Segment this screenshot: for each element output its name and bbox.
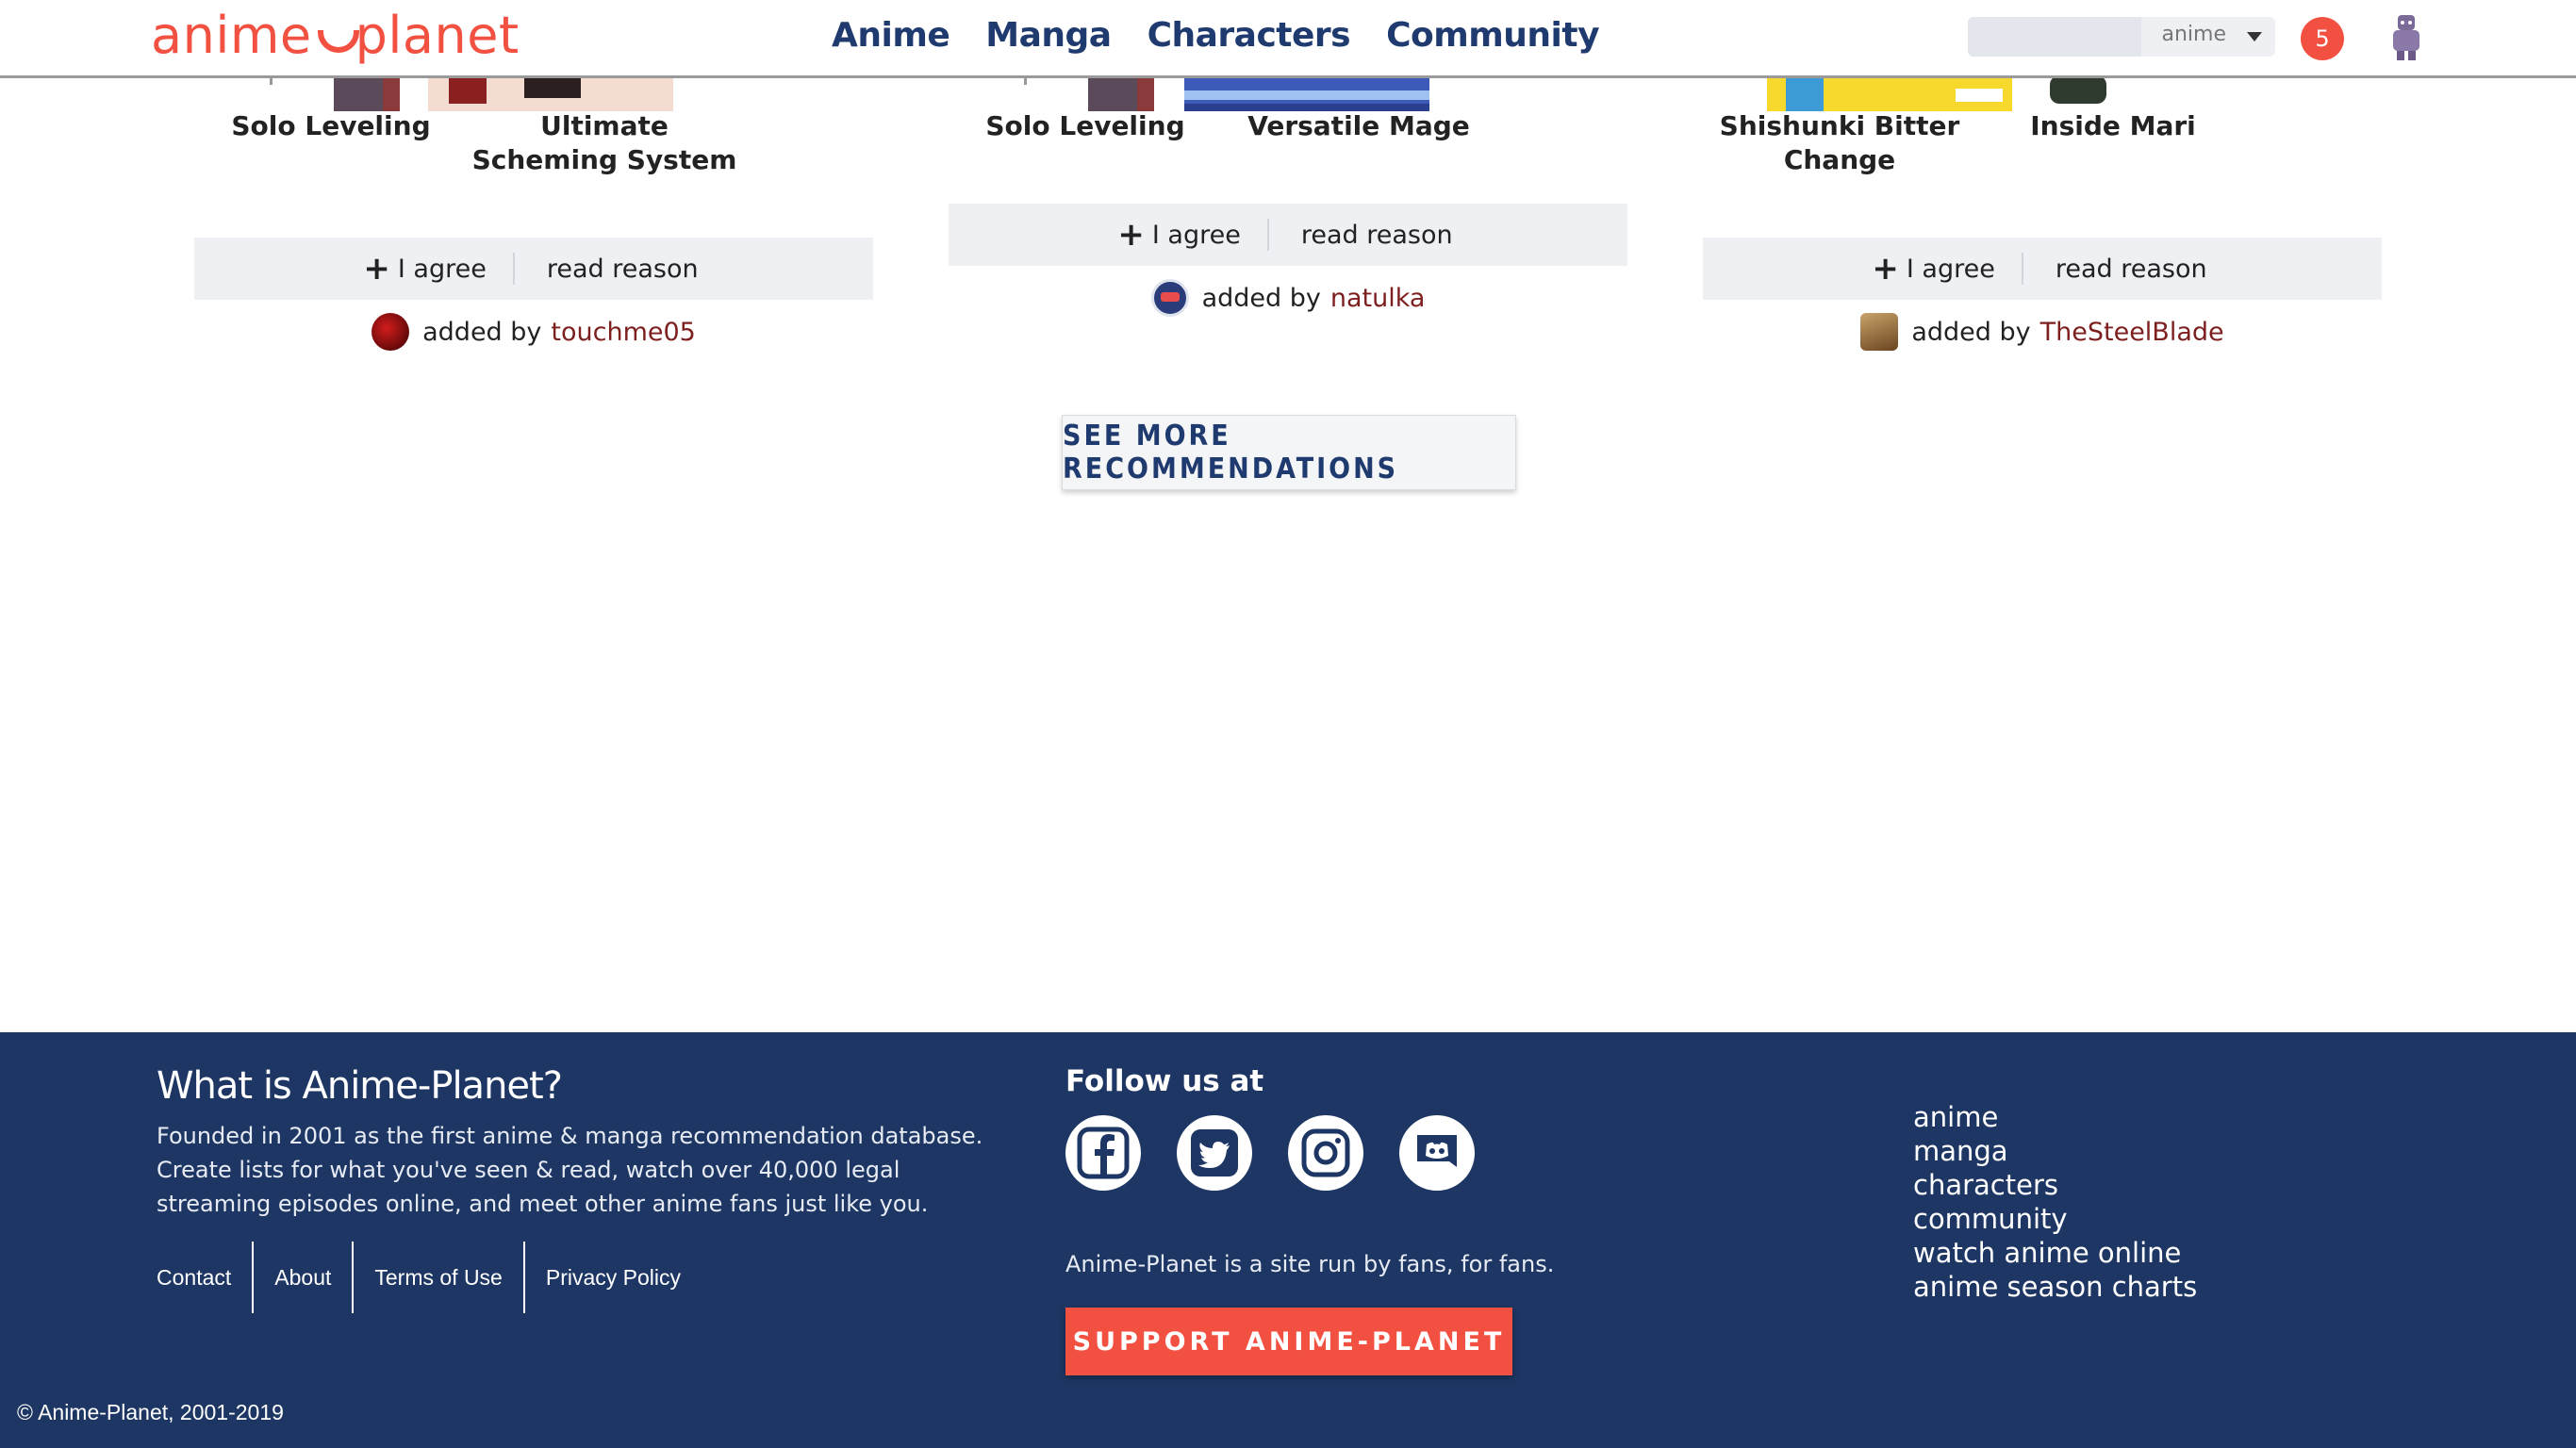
agree-label: I agree (1906, 254, 1995, 284)
anime-title[interactable]: Inside Mari (1976, 109, 2250, 143)
notification-badge[interactable]: 5 (2301, 17, 2344, 60)
logo-text-left: anime (151, 5, 312, 65)
nav-anime[interactable]: Anime (832, 16, 950, 55)
nav-manga[interactable]: Manga (985, 16, 1112, 55)
about-text: Founded in 2001 as the first anime & man… (157, 1123, 983, 1217)
poster-images (270, 75, 673, 111)
chevron-down-icon[interactable] (2247, 32, 2262, 41)
read-reason-link[interactable]: read reason (1269, 221, 1485, 250)
agree-button[interactable]: + I agree (1091, 216, 1266, 254)
site-footer: What is Anime-Planet? Founded in 2001 as… (0, 1032, 2576, 1448)
added-by-label: added by (1911, 317, 2031, 347)
agree-label: I agree (1151, 220, 1241, 250)
footer-link-contact[interactable]: Contact (157, 1242, 255, 1313)
follow-title: Follow us at (1065, 1064, 1264, 1098)
vote-bar: + I agree read reason (1703, 238, 2382, 300)
anime-title[interactable]: Shishunki Bitter Change (1703, 109, 1976, 177)
anime-title[interactable]: Ultimate Scheming System (468, 109, 741, 177)
added-by: added by natulka (949, 279, 1627, 317)
anime-title[interactable]: Solo Leveling (194, 109, 468, 143)
footer-link-privacy[interactable]: Privacy Policy (525, 1242, 702, 1313)
footer-links: Contact About Terms of Use Privacy Polic… (157, 1242, 702, 1313)
logo-text-right: planet (355, 5, 520, 65)
logo-smile-icon (316, 2, 359, 68)
nav-community[interactable]: Community (1386, 16, 1599, 55)
username-link[interactable]: touchme05 (551, 318, 695, 347)
username-link[interactable]: natulka (1330, 284, 1426, 313)
added-by: added by touchme05 (194, 313, 873, 351)
anime-title[interactable]: Versatile Mage (1222, 109, 1495, 143)
agree-button[interactable]: + I agree (1845, 250, 2021, 288)
see-more-recommendations-button[interactable]: SEE MORE RECOMMENDATIONS (1062, 415, 1516, 490)
search-box: anime (1968, 17, 2275, 57)
vote-bar: + I agree read reason (949, 204, 1627, 266)
facebook-icon[interactable] (1065, 1115, 1141, 1191)
vote-bar: + I agree read reason (194, 238, 873, 300)
read-reason-link[interactable]: read reason (2023, 255, 2239, 284)
site-logo[interactable]: anime planet (151, 2, 520, 68)
anime-title[interactable]: Solo Leveling (949, 109, 1222, 143)
search-input[interactable] (1968, 17, 2141, 57)
search-type-select[interactable]: anime (2161, 23, 2226, 46)
plus-icon: + (1872, 250, 1899, 288)
user-avatar[interactable] (1860, 313, 1899, 351)
footer-nav-community[interactable]: community (1913, 1202, 2197, 1236)
plus-icon: + (1117, 216, 1145, 254)
site-header: anime planet Anime Manga Characters Commu… (0, 0, 2576, 78)
agree-label: I agree (397, 254, 487, 284)
footer-nav-characters[interactable]: characters (1913, 1168, 2197, 1202)
support-button[interactable]: SUPPORT ANIME-PLANET (1065, 1308, 1512, 1375)
poster-images (1767, 75, 2106, 111)
instagram-icon[interactable] (1288, 1115, 1363, 1191)
footer-nav: anime manga characters community watch a… (1913, 1100, 2197, 1304)
user-avatar-icon[interactable] (2389, 11, 2423, 62)
footer-link-terms[interactable]: Terms of Use (354, 1242, 525, 1313)
added-by-label: added by (1201, 283, 1321, 313)
social-links (1065, 1115, 1475, 1191)
footer-nav-manga[interactable]: manga (1913, 1134, 2197, 1168)
poster-images (1024, 75, 1429, 111)
about-title: What is Anime-Planet? (157, 1064, 563, 1108)
plus-icon: + (363, 250, 390, 288)
nav-characters[interactable]: Characters (1148, 16, 1351, 55)
discord-icon[interactable] (1399, 1115, 1475, 1191)
added-by: added by TheSteelBlade (1703, 313, 2382, 351)
footer-nav-watch-anime-online[interactable]: watch anime online (1913, 1236, 2197, 1270)
user-avatar[interactable] (372, 313, 410, 351)
main-nav: Anime Manga Characters Community (832, 0, 1600, 70)
footer-nav-anime[interactable]: anime (1913, 1100, 2197, 1134)
copyright: © Anime-Planet, 2001-2019 (17, 1400, 284, 1424)
username-link[interactable]: TheSteelBlade (2040, 318, 2224, 347)
footer-tagline: Anime-Planet is a site run by fans, for … (1065, 1251, 1555, 1277)
footer-link-about[interactable]: About (254, 1242, 355, 1313)
user-avatar[interactable] (1150, 279, 1189, 317)
added-by-label: added by (422, 317, 542, 347)
read-reason-link[interactable]: read reason (515, 255, 731, 284)
agree-button[interactable]: + I agree (337, 250, 512, 288)
twitter-icon[interactable] (1177, 1115, 1252, 1191)
footer-nav-anime-season-charts[interactable]: anime season charts (1913, 1270, 2197, 1304)
